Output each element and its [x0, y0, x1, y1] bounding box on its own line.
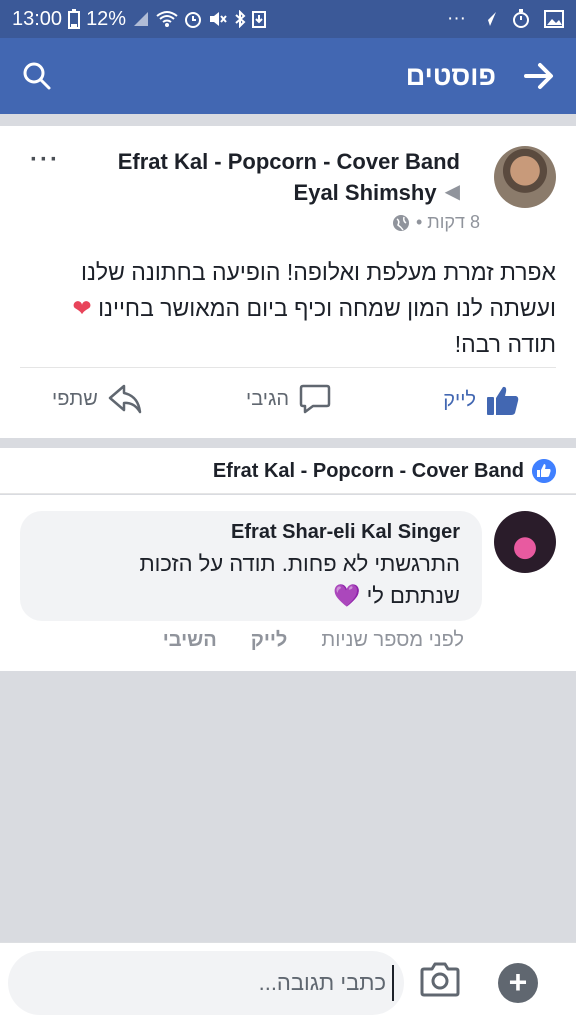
- post-meta: 8 דקות •: [392, 212, 480, 233]
- navigation-icon: [482, 12, 496, 26]
- comment-like-button[interactable]: לייק: [251, 629, 288, 652]
- comment-time: לפני מספר שניות: [321, 629, 464, 651]
- post-line-3: תודה רבה!: [454, 331, 556, 357]
- comment-actions: לפני מספר שניות לייק השיבי: [163, 629, 464, 652]
- app-bar: פוסטים: [0, 38, 576, 114]
- bluetooth-icon: [235, 10, 246, 28]
- comment-author[interactable]: Efrat Shar-eli Kal Singer: [42, 521, 460, 544]
- comment-label: הגיבי: [246, 387, 290, 410]
- comment-item: Efrat Shar-eli Kal Singer התרגשתי לא פחו…: [0, 495, 576, 671]
- share-label: שתפי: [52, 387, 98, 410]
- globe-icon: [392, 214, 409, 231]
- heart-icon: ❤: [72, 295, 92, 321]
- share-icon: [108, 384, 142, 414]
- comment-input[interactable]: כתבי תגובה...: [8, 951, 404, 1015]
- liked-by-row[interactable]: Efrat Kal - Popcorn - Cover Band: [0, 448, 576, 494]
- avatar[interactable]: [494, 511, 556, 573]
- post-line-1: אפרת זמרת מעלפת ואלופה! הופיעה בחתונה של…: [81, 259, 556, 285]
- camera-icon[interactable]: [420, 961, 460, 997]
- post-body: אפרת זמרת מעלפת ואלופה! הופיעה בחתונה של…: [18, 254, 556, 362]
- divider: [20, 367, 556, 368]
- purple-heart-icon: 💜: [333, 583, 361, 608]
- text-cursor: [392, 965, 394, 1001]
- post-time: 8 דקות •: [415, 212, 480, 232]
- comment-reply-button[interactable]: השיבי: [163, 629, 217, 652]
- search-icon[interactable]: [22, 61, 52, 91]
- status-bar: 13:00 12% ···: [0, 0, 576, 38]
- share-button[interactable]: שתפי: [52, 384, 142, 414]
- stopwatch-icon: [513, 9, 529, 28]
- comment-bubble[interactable]: Efrat Shar-eli Kal Singer התרגשתי לא פחו…: [20, 511, 482, 621]
- like-button[interactable]: לייק: [443, 384, 520, 416]
- like-label: לייק: [443, 388, 476, 411]
- comment-input-placeholder: כתבי תגובה...: [258, 970, 386, 995]
- alarm-icon: [185, 12, 202, 28]
- gallery-icon: [544, 10, 564, 28]
- triangle-left-icon: ◀: [444, 181, 460, 203]
- comment-line-1: התרגשתי לא פחות. תודה על הזכות: [139, 551, 460, 576]
- clock: 13:00: [12, 7, 63, 30]
- page-title: פוסטים: [405, 60, 496, 91]
- signal-icon: [134, 12, 149, 26]
- post-recipient[interactable]: Eyal Shimshy: [294, 177, 437, 208]
- battery-icon: [68, 9, 81, 29]
- post-author[interactable]: Efrat Kal - Popcorn - Cover Band: [118, 146, 460, 177]
- more-options-icon[interactable]: ···: [30, 146, 60, 174]
- status-more-icon: ···: [447, 8, 466, 29]
- post-line-2: ועשתה לנו המון שמחה וכיף ביום המאושר בחי…: [98, 295, 556, 321]
- post-header: Efrat Kal - Popcorn - Cover Band Eyal Sh…: [118, 146, 460, 208]
- battery-percent: 12%: [86, 7, 127, 30]
- liked-by-name: Efrat Kal - Popcorn - Cover Band: [212, 460, 524, 482]
- wifi-icon: [156, 11, 178, 27]
- like-badge-icon: [532, 459, 556, 483]
- add-icon[interactable]: +: [498, 963, 538, 1003]
- comment-composer: כתבי תגובה... +: [0, 942, 576, 1024]
- arrow-right-icon[interactable]: [524, 62, 554, 90]
- avatar[interactable]: [494, 146, 556, 208]
- post-card: Efrat Kal - Popcorn - Cover Band Eyal Sh…: [0, 126, 576, 438]
- comment-button[interactable]: הגיבי: [246, 384, 331, 414]
- download-icon: [252, 11, 267, 28]
- thumbs-up-icon: [487, 386, 519, 415]
- mute-icon: [210, 12, 227, 26]
- comment-line-2: שנתתם לי: [366, 583, 460, 608]
- comment-icon: [299, 384, 331, 414]
